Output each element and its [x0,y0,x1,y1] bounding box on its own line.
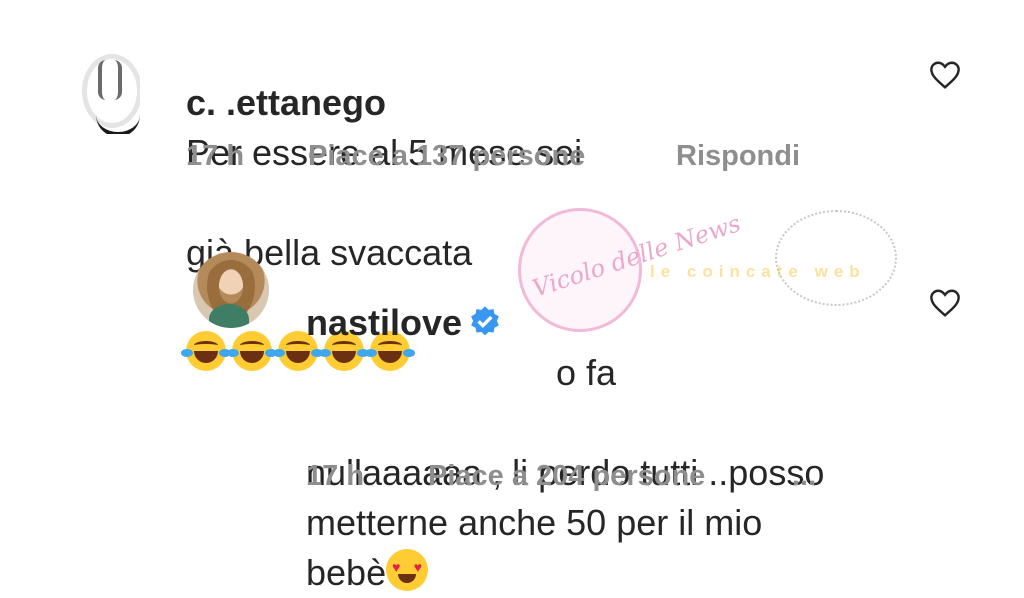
comment-time: 17 h [306,460,365,492]
comment-time: 17 h [186,140,245,172]
comment-username[interactable]: c. .ettanego [186,82,386,123]
more-options-button[interactable]: ... [792,460,816,493]
comment-meta: 17 h Piace a 137 persone Rispondi [186,140,886,180]
avatar[interactable] [193,252,269,328]
comment-username[interactable]: nastilove [306,302,462,343]
laughing-emoji-icon [181,331,231,371]
likes-count-link[interactable]: Piace a 204 persone [428,460,705,493]
like-heart-icon[interactable] [928,60,962,90]
likes-count-link[interactable]: Piace a 137 persone [308,140,585,173]
comment-meta: 17 h Piace a 204 persone ... [306,460,826,500]
comment-text-line1: o fa [556,352,617,393]
reply-button[interactable]: Rispondi [676,140,800,173]
heart-eyes-emoji-icon: ♥ ♥ [386,549,429,591]
avatar[interactable] [78,48,140,134]
like-heart-icon[interactable] [928,288,962,318]
verified-badge-icon [471,306,499,336]
laughing-emoji-icon [227,331,277,371]
comment-text: nastilove o fa nullaaaaaa , li perdo tut… [306,248,946,598]
